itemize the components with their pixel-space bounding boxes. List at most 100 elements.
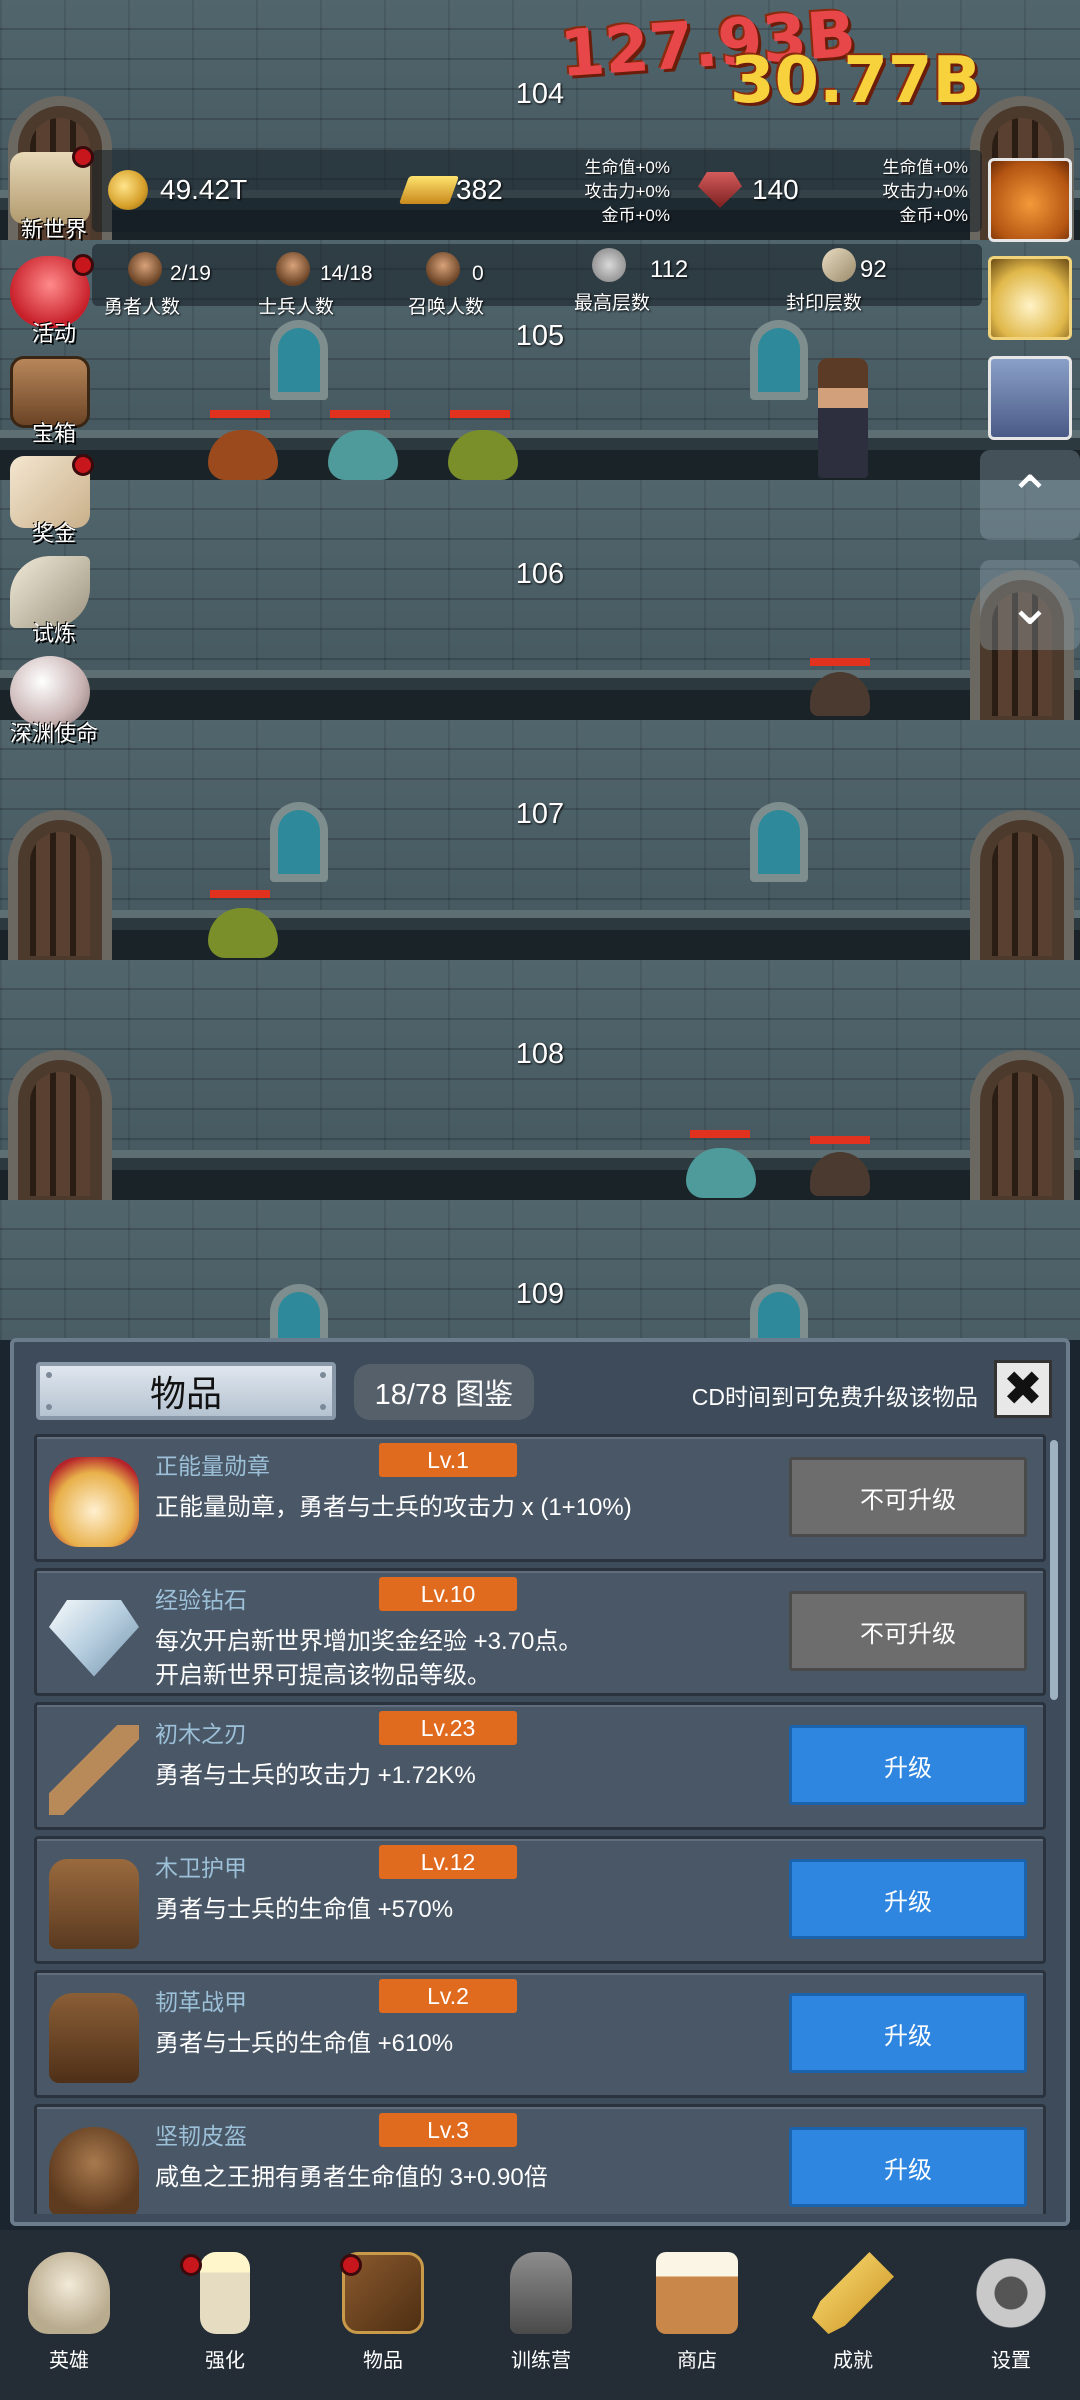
nav-training-camp[interactable]: 训练营 bbox=[486, 2244, 596, 2384]
upgrade-button[interactable]: 升级 bbox=[789, 1993, 1027, 2073]
upgrade-button[interactable]: 升级 bbox=[789, 1859, 1027, 1939]
seal-floor-value: 92 bbox=[860, 256, 887, 283]
nav-shop[interactable]: 商店 bbox=[642, 2244, 752, 2384]
rivet bbox=[46, 1404, 52, 1410]
upgrade-button[interactable]: 升级 bbox=[789, 1725, 1027, 1805]
gold-value: 49.42T bbox=[160, 174, 248, 205]
seal-scroll-icon bbox=[822, 248, 856, 282]
summon-count: 0 bbox=[472, 262, 484, 285]
nav-label: 英雄 bbox=[49, 2350, 89, 2372]
hero-count: 2/19 bbox=[170, 262, 211, 285]
item-name: 经验钻石 bbox=[155, 1587, 247, 1613]
item-description-line: 勇者与士兵的攻击力 +1.72K% bbox=[155, 1762, 476, 1789]
floor-row: 107 bbox=[0, 720, 1080, 978]
gold-bar-icon bbox=[398, 176, 460, 204]
list-item: 经验钻石 Lv.10 每次开启新世界增加奖金经验 +3.70点。 开启新世界可提… bbox=[34, 1568, 1046, 1696]
side-menu-event[interactable]: 活动 bbox=[4, 254, 96, 348]
item-level-badge: Lv.10 bbox=[379, 1577, 517, 1611]
chevron-up-icon: ⌃ bbox=[1007, 465, 1053, 526]
upgrade-button-disabled[interactable]: 不可升级 bbox=[789, 1591, 1027, 1671]
arched-window bbox=[270, 802, 328, 882]
floor-number: 104 bbox=[515, 78, 565, 110]
rivet bbox=[46, 1372, 52, 1378]
item-description-line: 每次开启新世界增加奖金经验 +3.70点。 bbox=[155, 1628, 583, 1655]
floor-number: 106 bbox=[515, 558, 565, 590]
atk-bonus: 攻击力+0% bbox=[584, 182, 671, 201]
hero-count-label: 勇者人数 bbox=[104, 297, 181, 318]
nav-items[interactable]: 物品 bbox=[328, 2244, 438, 2384]
side-menu-bonus[interactable]: 奖金 bbox=[4, 454, 96, 548]
item-name: 木卫护甲 bbox=[155, 1855, 247, 1881]
item-level-badge: Lv.12 bbox=[379, 1845, 517, 1879]
arched-window bbox=[750, 1284, 808, 1340]
nav-label: 商店 bbox=[677, 2350, 717, 2372]
enemy-hp-bar bbox=[330, 410, 390, 418]
diamond-icon bbox=[49, 1600, 139, 1677]
list-item: 韧革战甲 Lv.2 勇者与士兵的生命值 +610% 升级 bbox=[34, 1970, 1046, 2098]
floor-ledge bbox=[0, 1150, 1080, 1200]
hp-bonus: 生命值+0% bbox=[882, 158, 969, 177]
arched-window bbox=[750, 802, 808, 882]
pumpkin-event-button[interactable] bbox=[988, 158, 1072, 242]
enemy-hp-bar bbox=[810, 1136, 870, 1144]
key-icon bbox=[812, 2252, 894, 2334]
nav-label: 强化 bbox=[205, 2350, 245, 2372]
nav-label: 设置 bbox=[991, 2350, 1031, 2372]
gold-bar-value: 382 bbox=[456, 174, 503, 205]
side-menu-abyss-mission[interactable]: 深渊使命 bbox=[4, 656, 98, 748]
scroll-down-button[interactable]: ⌄ bbox=[980, 560, 1080, 650]
floor-number: 107 bbox=[515, 798, 565, 830]
floor-row: 109 bbox=[0, 1200, 1080, 1340]
side-menu-label: 奖金 bbox=[31, 521, 76, 546]
nav-heroes[interactable]: 英雄 bbox=[14, 2244, 124, 2384]
rivet bbox=[320, 1404, 326, 1410]
panel-tab-items[interactable]: 物品 bbox=[36, 1362, 336, 1420]
candle-buff-button[interactable] bbox=[988, 256, 1072, 340]
item-level-badge: Lv.23 bbox=[379, 1711, 517, 1745]
wooden-armor-icon bbox=[49, 1859, 139, 1949]
nav-label: 训练营 bbox=[511, 2350, 571, 2372]
collection-counter-button[interactable]: 18/78 图鉴 bbox=[354, 1364, 534, 1420]
side-menu-chest[interactable]: 宝箱 bbox=[4, 356, 96, 448]
enemy-hp-bar bbox=[210, 890, 270, 898]
item-level-badge: Lv.1 bbox=[379, 1443, 517, 1477]
close-button[interactable]: ✖ bbox=[994, 1360, 1052, 1418]
side-menu-label: 宝箱 bbox=[31, 421, 76, 446]
inventory-scroll-button[interactable] bbox=[988, 356, 1072, 440]
side-menu-label: 深渊使命 bbox=[9, 721, 98, 746]
notification-dot bbox=[72, 454, 94, 476]
max-floor-value: 112 bbox=[650, 256, 689, 283]
list-item: 木卫护甲 Lv.12 勇者与士兵的生命值 +570% 升级 bbox=[34, 1836, 1046, 1964]
close-icon: ✖ bbox=[1002, 1363, 1044, 1416]
iron-gate-door bbox=[8, 810, 112, 978]
nav-achievements[interactable]: 成就 bbox=[798, 2244, 908, 2384]
notification-dot bbox=[72, 146, 94, 168]
nav-label: 成就 bbox=[833, 2350, 873, 2372]
nav-enhance[interactable]: 强化 bbox=[170, 2244, 280, 2384]
upgrade-button-disabled[interactable]: 不可升级 bbox=[789, 1457, 1027, 1537]
notification-dot bbox=[340, 2254, 362, 2276]
list-item: 初木之刃 Lv.23 勇者与士兵的攻击力 +1.72K% 升级 bbox=[34, 1702, 1046, 1830]
side-menu-new-world[interactable]: 新世界 bbox=[4, 146, 96, 244]
floor-ledge bbox=[0, 910, 1080, 960]
scroll-up-button[interactable]: ⌃ bbox=[980, 450, 1080, 540]
item-list: 正能量勋章 Lv.1 正能量勋章，勇者与士兵的攻击力 x (1+10%) 不可升… bbox=[34, 1434, 1058, 2214]
side-menu-trial[interactable]: 试炼 bbox=[4, 556, 96, 648]
nav-settings[interactable]: 设置 bbox=[956, 2244, 1066, 2384]
upgrade-button[interactable]: 升级 bbox=[789, 2127, 1027, 2207]
floor-number: 109 bbox=[515, 1278, 565, 1310]
wooden-door bbox=[8, 1050, 112, 1218]
notification-dot bbox=[72, 254, 94, 276]
seal-floor-label: 封印层数 bbox=[786, 293, 863, 314]
coin-bonus: 金币+0% bbox=[601, 206, 671, 225]
cd-hint-text: CD时间到可免费升级该物品 bbox=[691, 1384, 978, 1410]
side-menu-label: 活动 bbox=[31, 321, 76, 346]
leather-helmet-icon bbox=[49, 2127, 139, 2214]
hero-character bbox=[818, 358, 868, 478]
gold-coin-icon bbox=[108, 170, 148, 210]
item-level-badge: Lv.3 bbox=[379, 2113, 517, 2147]
lantern-icon bbox=[510, 2252, 572, 2334]
side-menu-label: 新世界 bbox=[20, 217, 87, 242]
item-description: 正能量勋章，勇者与士兵的攻击力 x (1+10%) bbox=[155, 1491, 775, 1525]
arched-window bbox=[270, 320, 328, 400]
